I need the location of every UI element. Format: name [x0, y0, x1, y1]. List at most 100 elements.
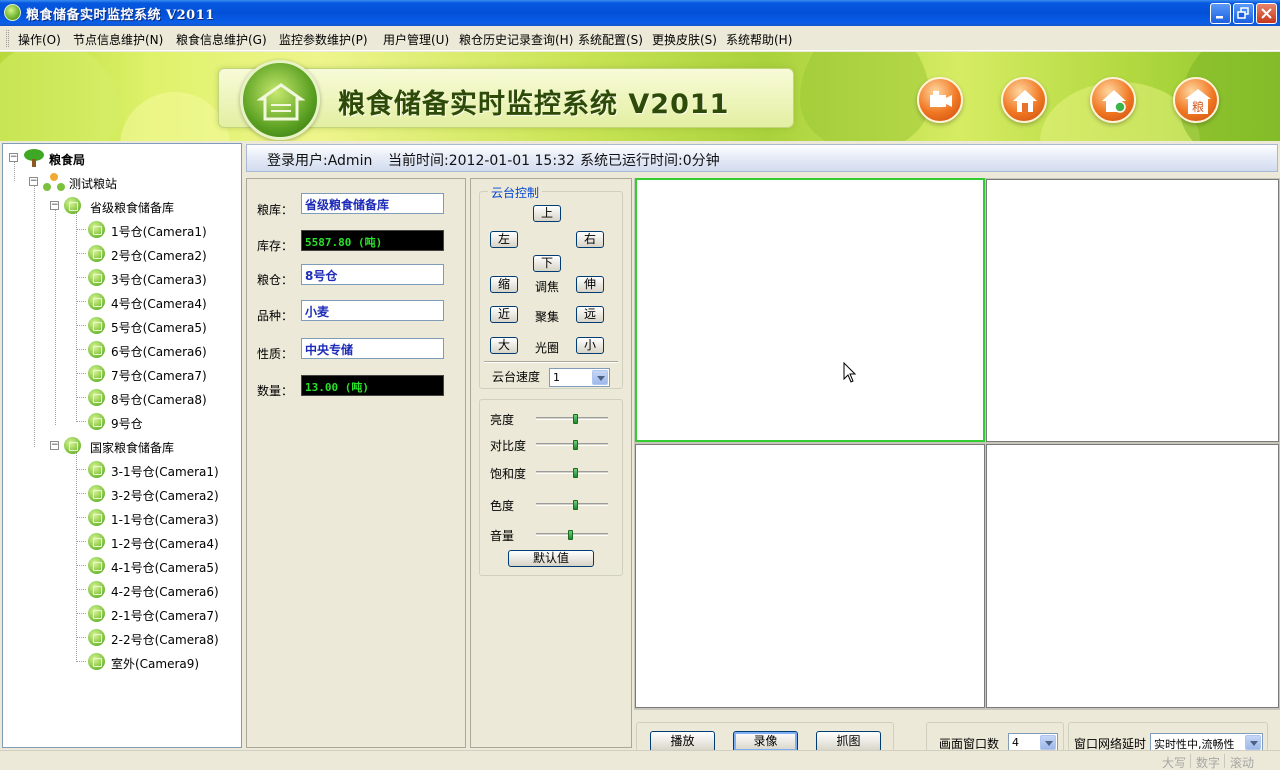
ptz-up-button[interactable]: 上: [533, 205, 561, 222]
menu-history[interactable]: 粮仓历史记录查询(H): [459, 31, 573, 48]
depot-field[interactable]: 省级粮食储备库: [301, 193, 444, 214]
nature-field[interactable]: 中央专储: [301, 338, 444, 359]
ptz-divider: [484, 361, 618, 363]
collapse-icon[interactable]: −: [50, 201, 59, 210]
menu-monitor-params[interactable]: 监控参数维护(P): [279, 31, 368, 48]
tree-item[interactable]: 1-2号仓(Camera4): [76, 532, 236, 552]
tree-item-label: 8号仓(Camera8): [111, 393, 207, 407]
tree-root[interactable]: − 粮食局: [7, 148, 227, 168]
tree-item[interactable]: 室外(Camera9): [76, 652, 236, 672]
volume-slider[interactable]: [536, 530, 608, 540]
tree-item[interactable]: 3-2号仓(Camera2): [76, 484, 236, 504]
tree-item[interactable]: 3-1号仓(Camera1): [76, 460, 236, 480]
granary-node-icon: [88, 557, 105, 574]
focus-near-button[interactable]: 近: [490, 306, 518, 323]
saturation-slider[interactable]: [536, 468, 608, 478]
granary-node-icon: [88, 533, 105, 550]
zoom-out-button[interactable]: 缩: [490, 276, 518, 293]
decor-leaf: [120, 92, 230, 141]
video-window-3[interactable]: [635, 444, 985, 708]
tree-item[interactable]: 8号仓(Camera8): [76, 388, 236, 408]
tree-item[interactable]: 4号仓(Camera4): [76, 292, 236, 312]
record-button[interactable]: 录像: [733, 731, 798, 752]
ptz-right-button[interactable]: 右: [576, 231, 604, 248]
ptz-left-button[interactable]: 左: [490, 231, 518, 248]
granary-icon[interactable]: 粮: [1173, 77, 1219, 123]
header-banner: 粮食储备实时监控系统 V2011 粮: [0, 52, 1280, 141]
slider-thumb[interactable]: [568, 530, 573, 540]
quantity-field[interactable]: 13.00 (吨): [301, 375, 444, 396]
stock-field[interactable]: 5587.80 (吨): [301, 230, 444, 251]
tree-item-label: 1-2号仓(Camera4): [111, 537, 219, 551]
default-values-button[interactable]: 默认值: [508, 550, 594, 567]
slider-thumb[interactable]: [573, 440, 578, 450]
tree-item[interactable]: 7号仓(Camera7): [76, 364, 236, 384]
video-window-4[interactable]: [986, 444, 1279, 708]
tree-item-label: 4-1号仓(Camera5): [111, 561, 219, 575]
menu-skin[interactable]: 更换皮肤(S): [652, 31, 717, 48]
ptz-speed-select[interactable]: 1: [549, 368, 610, 387]
play-button[interactable]: 播放: [650, 731, 715, 752]
tree-item[interactable]: 3号仓(Camera3): [76, 268, 236, 288]
tree-root-label: 粮食局: [49, 153, 86, 167]
menu-user-mgmt[interactable]: 用户管理(U): [383, 31, 449, 48]
collapse-icon[interactable]: −: [50, 441, 59, 450]
title-bar[interactable]: 粮食储备实时监控系统 V2011: [0, 0, 1280, 26]
bin-field[interactable]: 8号仓: [301, 264, 444, 285]
chevron-down-icon[interactable]: [1040, 735, 1056, 750]
tree-item-label: 4号仓(Camera4): [111, 297, 207, 311]
tree-depot-national[interactable]: − 国家粮食储备库: [48, 436, 228, 456]
window-count-value: 4: [1012, 736, 1019, 749]
tree-item[interactable]: 6号仓(Camera6): [76, 340, 236, 360]
menu-sys-config[interactable]: 系统配置(S): [578, 31, 643, 48]
tree-depot-provincial[interactable]: − 省级粮食储备库: [48, 196, 228, 216]
tree-item[interactable]: 2号仓(Camera2): [76, 244, 236, 264]
tree-item[interactable]: 1号仓(Camera1): [76, 220, 236, 240]
collapse-icon[interactable]: −: [29, 177, 38, 186]
ptz-speed-label: 云台速度: [492, 370, 541, 384]
contrast-slider[interactable]: [536, 440, 608, 450]
tree-station[interactable]: − 测试粮站: [27, 172, 227, 192]
tree-item[interactable]: 2-1号仓(Camera7): [76, 604, 236, 624]
zoom-in-button[interactable]: 伸: [576, 276, 604, 293]
tree-item[interactable]: 5号仓(Camera5): [76, 316, 236, 336]
tree-item[interactable]: 1-1号仓(Camera3): [76, 508, 236, 528]
video-window-2[interactable]: [986, 179, 1279, 442]
node-tree[interactable]: − 粮食局 − 测试粮站 − 省级粮食储备库 1号仓(Camera1) 2号仓(…: [2, 143, 242, 748]
menu-grain-info[interactable]: 粮食信息维护(G): [176, 31, 267, 48]
close-button[interactable]: [1256, 3, 1277, 24]
granary-node-icon: [88, 509, 105, 526]
minimize-button[interactable]: [1210, 3, 1231, 24]
tree-item[interactable]: 4-1号仓(Camera5): [76, 556, 236, 576]
maximize-button[interactable]: [1233, 3, 1254, 24]
collapse-icon[interactable]: −: [9, 153, 18, 162]
brightness-slider[interactable]: [536, 414, 608, 424]
granary-node-icon: [88, 485, 105, 502]
menu-help[interactable]: 系统帮助(H): [726, 31, 792, 48]
iris-open-button[interactable]: 大: [490, 337, 518, 354]
iris-close-button[interactable]: 小: [576, 337, 604, 354]
variety-field[interactable]: 小麦: [301, 300, 444, 321]
slider-thumb[interactable]: [573, 414, 578, 424]
granary-node-icon: [88, 413, 105, 430]
ptz-down-button[interactable]: 下: [533, 255, 561, 272]
chevron-down-icon[interactable]: [1245, 735, 1261, 750]
scroll-lock-indicator: 滚动: [1230, 756, 1255, 770]
granary-node-icon: [88, 605, 105, 622]
chevron-down-icon[interactable]: [592, 370, 608, 385]
hue-slider[interactable]: [536, 500, 608, 510]
tree-item[interactable]: 4-2号仓(Camera6): [76, 580, 236, 600]
capture-button[interactable]: 抓图: [816, 731, 881, 752]
camera-icon[interactable]: [917, 77, 963, 123]
tree-item[interactable]: 2-2号仓(Camera8): [76, 628, 236, 648]
volume-label: 音量: [490, 529, 515, 543]
menu-operate[interactable]: 操作(O): [18, 31, 61, 48]
home-icon[interactable]: [1001, 77, 1047, 123]
depot-home-icon[interactable]: [1090, 77, 1136, 123]
video-window-1[interactable]: [635, 178, 985, 442]
tree-item[interactable]: 9号仓: [76, 412, 236, 432]
menu-node-info[interactable]: 节点信息维护(N): [73, 31, 163, 48]
focus-far-button[interactable]: 远: [576, 306, 604, 323]
slider-thumb[interactable]: [573, 500, 578, 510]
slider-thumb[interactable]: [573, 468, 578, 478]
